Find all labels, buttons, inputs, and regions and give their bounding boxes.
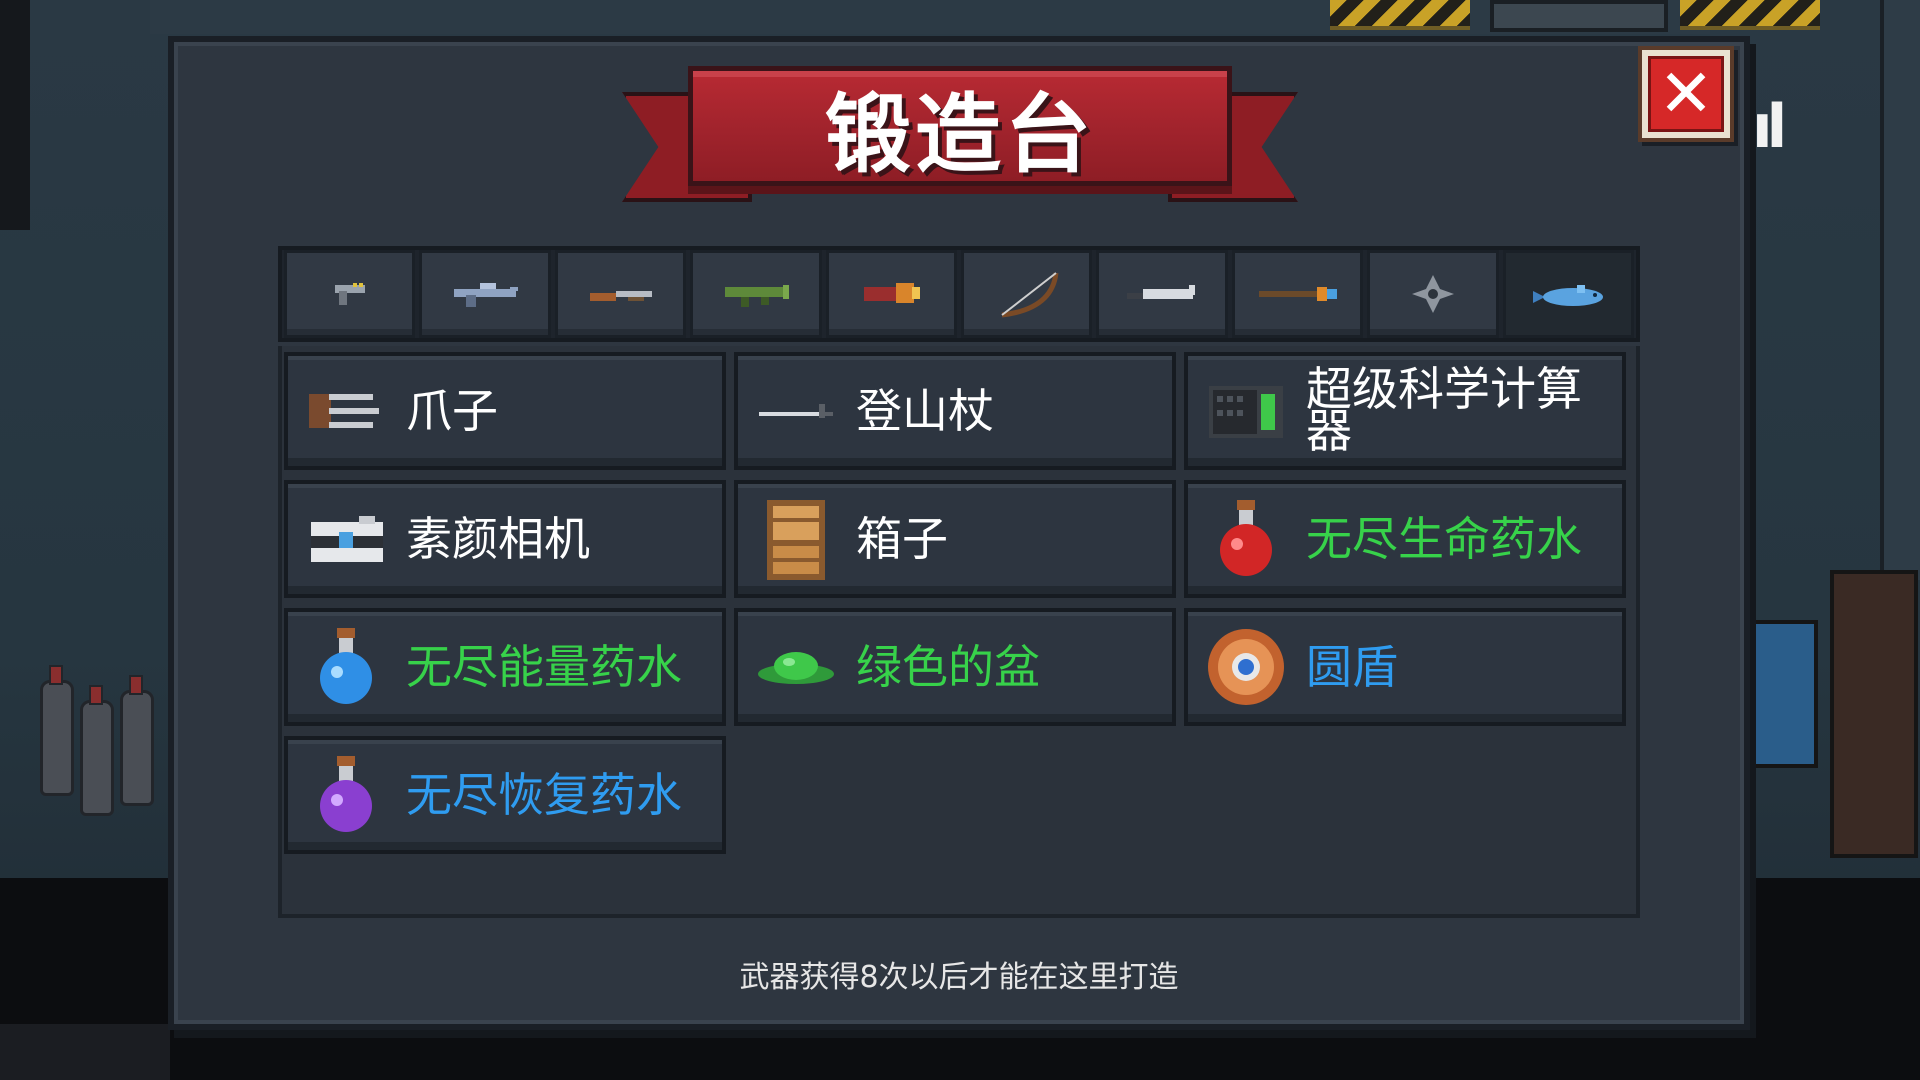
background-floor-shadow	[0, 1024, 170, 1080]
purple-potion-icon	[296, 745, 396, 845]
round-shield-icon	[1196, 617, 1296, 717]
recipe-item-round-shield[interactable]: 圆盾	[1184, 608, 1626, 726]
recipe-item-red-potion[interactable]: 无尽生命药水	[1184, 480, 1626, 598]
recipe-item-label: 登山杖	[856, 384, 994, 438]
hiking-stick-icon	[746, 361, 846, 461]
red-potion-icon	[1196, 489, 1296, 589]
recipe-item-calculator[interactable]: 超级科学计算器	[1184, 352, 1626, 470]
close-icon: ✕	[1648, 56, 1724, 132]
tab-fish[interactable]	[1502, 250, 1635, 338]
gas-tank	[120, 675, 154, 806]
recipe-item-camera[interactable]: 素颜相机	[284, 480, 726, 598]
recipe-item-crate[interactable]: 箱子	[734, 480, 1176, 598]
blue-potion-icon	[296, 617, 396, 717]
tab-heavy[interactable]	[825, 250, 958, 338]
gas-tank	[80, 685, 114, 816]
recipe-item-hiking-stick[interactable]: 登山杖	[734, 352, 1176, 470]
heavy-gun-icon	[864, 283, 921, 303]
tab-sword[interactable]	[1096, 250, 1228, 338]
title-banner: 锻造台	[622, 66, 1298, 216]
close-button[interactable]: ✕	[1638, 46, 1734, 142]
background-panel	[1490, 0, 1668, 32]
background-wall-strip	[150, 0, 1710, 34]
recipe-item-label: 箱子	[856, 512, 948, 566]
tab-rifle[interactable]	[419, 250, 551, 338]
hazard-stripe	[1330, 0, 1470, 30]
recipe-item-label: 无尽能量药水	[406, 640, 682, 694]
tab-launcher[interactable]	[690, 250, 822, 338]
background-machine	[1830, 570, 1918, 858]
dialog-title: 锻造台	[825, 84, 1095, 185]
claw-icon	[296, 361, 396, 461]
tab-shuriken[interactable]	[1367, 250, 1499, 338]
tab-bow[interactable]	[961, 250, 1093, 338]
shotgun-icon	[589, 291, 652, 301]
gas-tank	[40, 665, 74, 796]
recipe-item-label: 无尽生命药水	[1306, 512, 1582, 566]
hazard-stripe	[1680, 0, 1820, 30]
staff-icon	[1258, 287, 1337, 301]
background-wall	[1880, 0, 1920, 580]
banner-body: 锻造台	[688, 66, 1232, 186]
partial-logo-icon: ıl	[1752, 92, 1787, 162]
crate-icon	[746, 489, 846, 589]
tab-shotgun[interactable]	[554, 250, 687, 338]
weapon-category-tabs	[278, 246, 1640, 342]
recipe-item-label: 绿色的盆	[856, 640, 1040, 694]
shuriken-icon	[1411, 275, 1454, 313]
green-basin-icon	[746, 617, 846, 717]
recipe-item-label: 素颜相机	[406, 512, 590, 566]
rifle-icon	[454, 283, 519, 307]
pistol-icon	[334, 283, 365, 305]
forge-requirement-note: 武器获得8次以后才能在这里打造	[739, 960, 1179, 995]
recipe-item-label: 圆盾	[1306, 640, 1398, 694]
background-wall	[0, 0, 30, 230]
recipe-item-purple-potion[interactable]: 无尽恢复药水	[284, 736, 726, 854]
recipe-item-label: 爪子	[406, 384, 498, 438]
recipe-item-green-basin[interactable]: 绿色的盆	[734, 608, 1176, 726]
tab-staff[interactable]	[1231, 250, 1364, 338]
recipe-item-label: 超级科学计算器	[1306, 362, 1582, 458]
sword-icon	[1127, 285, 1196, 299]
camera-icon	[296, 489, 396, 589]
bow-icon	[1001, 272, 1059, 318]
calculator-icon	[1196, 361, 1296, 461]
launcher-icon	[724, 285, 789, 307]
recipe-item-claw[interactable]: 爪子	[284, 352, 726, 470]
background-machine	[1750, 620, 1818, 768]
recipe-item-label: 无尽恢复药水	[406, 768, 682, 822]
fish-icon	[1533, 285, 1604, 306]
tab-pistol[interactable]	[284, 250, 416, 338]
recipe-item-blue-potion[interactable]: 无尽能量药水	[284, 608, 726, 726]
